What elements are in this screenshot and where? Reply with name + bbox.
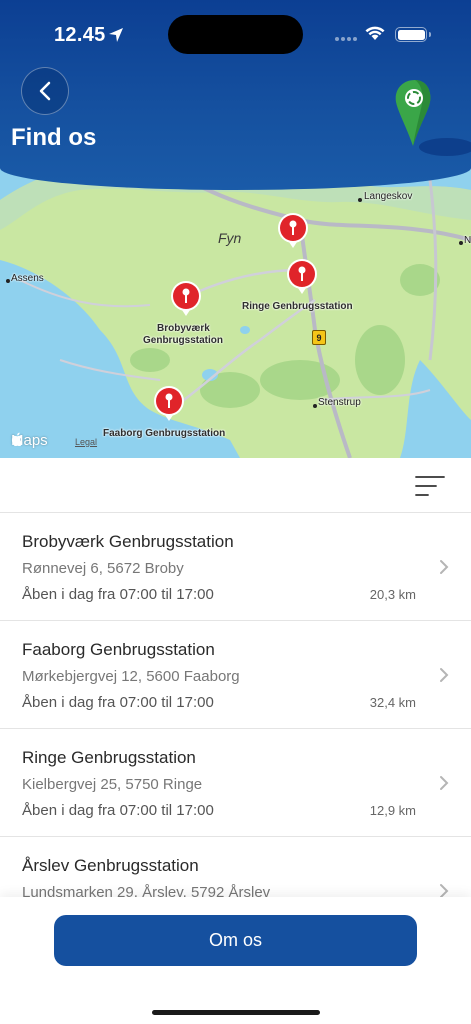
bottom-bar: Om os bbox=[0, 897, 471, 1024]
dynamic-island bbox=[168, 15, 303, 54]
road-number-badge: 9 bbox=[312, 330, 326, 345]
station-hours: Åben i dag fra 07:00 til 17:00 bbox=[22, 694, 214, 711]
about-us-button[interactable]: Om os bbox=[54, 915, 417, 966]
map-terrain bbox=[0, 160, 471, 458]
cellular-signal-icon bbox=[335, 37, 357, 41]
map-pin-brobyvaerk[interactable] bbox=[169, 280, 203, 320]
town-label-n: N bbox=[464, 235, 471, 246]
map-view[interactable]: Fyn Langeskov Assens Stenstrup N 9 Broby… bbox=[0, 160, 471, 458]
map-pin-unlabeled[interactable] bbox=[276, 212, 310, 252]
pin-label-faaborg: Faaborg Genbrugsstation bbox=[103, 428, 226, 439]
app-header: 12.45 Find os bbox=[0, 0, 471, 190]
status-time: 12.45 bbox=[54, 24, 106, 46]
station-name: Faaborg Genbrugsstation bbox=[22, 640, 215, 659]
chevron-right-icon bbox=[440, 668, 449, 682]
station-name: Årslev Genbrugsstation bbox=[22, 856, 199, 875]
chevron-right-icon bbox=[440, 884, 449, 897]
town-label-langeskov: Langeskov bbox=[364, 191, 413, 202]
list-item[interactable]: Brobyværk Genbrugsstation Rønnevej 6, 56… bbox=[0, 513, 471, 621]
apple-maps-attribution: Maps bbox=[11, 432, 48, 449]
station-address: Rønnevej 6, 5672 Broby bbox=[22, 560, 184, 577]
town-dot bbox=[6, 279, 10, 283]
station-distance: 32,4 km bbox=[369, 695, 416, 710]
town-dot bbox=[313, 404, 317, 408]
station-distance: 12,9 km bbox=[369, 803, 416, 818]
chevron-right-icon bbox=[440, 560, 449, 574]
wifi-icon bbox=[365, 26, 385, 40]
pin-label-brobyvaerk-1: Brobyværk bbox=[157, 323, 210, 334]
station-hours: Åben i dag fra 07:00 til 17:00 bbox=[22, 586, 214, 603]
page-title: Find os bbox=[11, 124, 97, 151]
station-list: Brobyværk Genbrugsstation Rønnevej 6, 56… bbox=[0, 513, 471, 897]
location-arrow-icon bbox=[109, 28, 123, 42]
station-name: Brobyværk Genbrugsstation bbox=[22, 532, 234, 551]
apple-logo-icon bbox=[11, 432, 23, 446]
map-region-label: Fyn bbox=[218, 230, 242, 246]
town-label-assens: Assens bbox=[11, 273, 44, 284]
map-legal-link[interactable]: Legal bbox=[75, 437, 97, 447]
station-address: Kielbergvej 25, 5750 Ringe bbox=[22, 776, 203, 793]
station-distance: 20,3 km bbox=[369, 587, 416, 602]
list-filter-bar bbox=[0, 458, 471, 513]
town-dot bbox=[459, 241, 463, 245]
pin-label-ringe: Ringe Genbrugsstation bbox=[242, 301, 353, 312]
list-item[interactable]: Faaborg Genbrugsstation Mørkebjergvej 12… bbox=[0, 621, 471, 729]
back-button[interactable] bbox=[21, 67, 69, 115]
town-label-stenstrup: Stenstrup bbox=[318, 397, 361, 408]
list-item[interactable]: Ringe Genbrugsstation Kielbergvej 25, 57… bbox=[0, 729, 471, 837]
sort-lines-icon[interactable] bbox=[414, 474, 446, 498]
station-hours: Åben i dag fra 07:00 til 17:00 bbox=[22, 802, 214, 819]
recycling-pin-logo-icon bbox=[395, 80, 471, 156]
station-name: Ringe Genbrugsstation bbox=[22, 748, 196, 767]
status-bar: 12.45 bbox=[0, 0, 471, 60]
station-address: Lundsmarken 29, Årslev, 5792 Årslev bbox=[22, 884, 271, 897]
list-item[interactable]: Årslev Genbrugsstation Lundsmarken 29, Å… bbox=[0, 837, 471, 897]
map-pin-faaborg[interactable] bbox=[152, 385, 186, 425]
station-address: Mørkebjergvej 12, 5600 Faaborg bbox=[22, 668, 240, 685]
chevron-right-icon bbox=[440, 776, 449, 790]
town-dot bbox=[358, 198, 362, 202]
chevron-left-icon bbox=[39, 81, 51, 101]
map-pin-ringe[interactable] bbox=[285, 258, 319, 298]
battery-icon bbox=[395, 27, 431, 42]
home-indicator bbox=[152, 1010, 320, 1015]
pin-label-brobyvaerk-2: Genbrugsstation bbox=[143, 335, 224, 346]
